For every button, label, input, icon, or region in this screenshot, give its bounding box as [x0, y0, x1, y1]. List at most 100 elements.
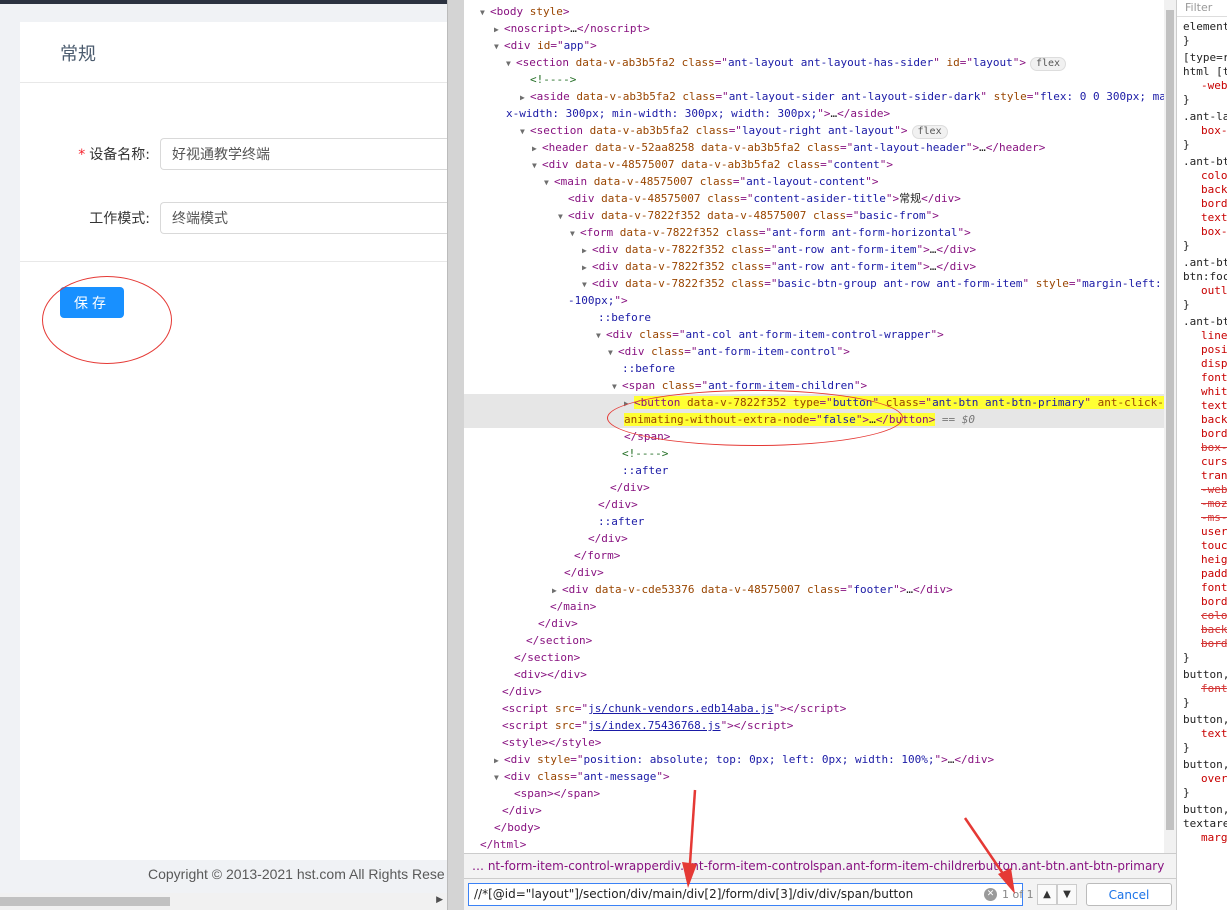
style-rule-line: curs: [1201, 455, 1227, 468]
style-rule-line: heig: [1201, 553, 1227, 566]
copyright-footer: Copyright © 2013-2021 hst.com All Rights…: [148, 866, 445, 882]
settings-card: 常规 * 设备名称: 好视通教学终端 工作模式: 终端模式 保存: [20, 22, 447, 860]
pane-splitter[interactable]: [447, 0, 464, 910]
style-rule-line: button,: [1183, 758, 1227, 771]
dom-node-line[interactable]: ▼ <div id="app">: [464, 37, 1164, 54]
next-match-button[interactable]: ▼: [1057, 884, 1077, 905]
breadcrumb-item[interactable]: … nt-form-item-control-wrapper: [472, 859, 664, 873]
style-rule-line: -ms-: [1201, 511, 1227, 524]
dom-node-line[interactable]: </body>: [464, 819, 1164, 836]
dom-node-line[interactable]: ▶ <div style="position: absolute; top: 0p…: [464, 751, 1164, 768]
app-header-edge: [0, 0, 447, 4]
work-mode-label-text: 工作模式: [89, 211, 146, 227]
style-rule-line: textare: [1183, 817, 1227, 830]
match-count: 1 of 1: [1002, 888, 1034, 901]
dom-node-line[interactable]: ::after: [464, 462, 1164, 479]
dom-node-line[interactable]: </div>: [464, 683, 1164, 700]
dom-node-line[interactable]: <span></span>: [464, 785, 1164, 802]
page-title: 常规: [60, 44, 96, 65]
breadcrumb-item[interactable]: span.ant-form-item-children: [813, 859, 982, 873]
style-rule-line: .ant-la: [1183, 110, 1227, 123]
style-rule-line: touc: [1201, 539, 1227, 552]
dom-node-line[interactable]: </div>: [464, 530, 1164, 547]
dom-node-line[interactable]: </main>: [464, 598, 1164, 615]
dom-node-line[interactable]: ▼ <section data-v-ab3b5fa2 class="layout-…: [464, 122, 1164, 139]
style-rule-line: }: [1183, 298, 1190, 311]
style-rule-line: text: [1201, 399, 1227, 412]
scroll-right-arrow-icon[interactable]: ▶: [436, 895, 443, 905]
style-rule-line: marg: [1201, 831, 1227, 844]
style-rule-line: }: [1183, 93, 1190, 106]
dom-node-line[interactable]: </html>: [464, 836, 1164, 853]
breadcrumb-item-selected[interactable]: button.ant-btn.ant-btn-primary: [978, 859, 1164, 873]
breadcrumb-item[interactable]: div.ant-form-item-control: [663, 859, 813, 873]
xpath-search-input[interactable]: //*[@id="layout"]/section/div/main/div[2…: [468, 883, 1023, 906]
dom-node-line[interactable]: <script src="js/chunk-vendors.edb14aba.j…: [464, 700, 1164, 717]
dom-node-line[interactable]: </div>: [464, 564, 1164, 581]
dom-node-line[interactable]: ▼ <div class="ant-col ant-form-item-contr…: [464, 326, 1164, 343]
styles-filter-input[interactable]: Filter: [1177, 0, 1227, 17]
horizontal-scrollbar[interactable]: ▶: [0, 893, 447, 910]
style-rule-line: }: [1183, 239, 1190, 252]
style-rule-line: .ant-bt: [1183, 256, 1227, 269]
dom-node-line[interactable]: ::before: [464, 360, 1164, 377]
dom-node-line[interactable]: ::after: [464, 513, 1164, 530]
dom-node-line[interactable]: ▶ <div data-v-cde53376 data-v-48575007 cl…: [464, 581, 1164, 598]
style-rule-line: whit: [1201, 385, 1227, 398]
dom-node-line[interactable]: </div>: [464, 802, 1164, 819]
style-rule-line: .ant-bt: [1183, 155, 1227, 168]
style-rule-line: posi: [1201, 343, 1227, 356]
dom-node-line[interactable]: </div>: [464, 479, 1164, 496]
style-rule-line: }: [1183, 696, 1190, 709]
elements-vertical-scrollbar[interactable]: [1164, 0, 1176, 853]
dom-node-line[interactable]: </div>: [464, 496, 1164, 513]
dom-node-line[interactable]: ▼ <div class="ant-message">: [464, 768, 1164, 785]
dom-node-line[interactable]: ▶ <div data-v-7822f352 class="ant-row ant…: [464, 241, 1164, 258]
dom-node-line[interactable]: ▶ <header data-v-52aa8258 data-v-ab3b5fa2…: [464, 139, 1164, 156]
dom-node-line[interactable]: ▼ <form data-v-7822f352 class="ant-form a…: [464, 224, 1164, 241]
style-rule-line: -web: [1201, 483, 1227, 496]
dom-node-line[interactable]: <script src="js/index.75436768.js"></scr…: [464, 717, 1164, 734]
dom-node-line[interactable]: ▼ <div data-v-48575007 data-v-ab3b5fa2 cl…: [464, 156, 1164, 173]
style-rule-line: user: [1201, 525, 1227, 538]
style-rule-line: box-: [1201, 225, 1227, 238]
style-rule-line: -web: [1201, 79, 1227, 92]
dom-node-line[interactable]: </section>: [464, 649, 1164, 666]
dom-node-line[interactable]: -100px;">: [464, 292, 1164, 309]
dom-node-line[interactable]: </section>: [464, 632, 1164, 649]
style-rule-line: btn:foc: [1183, 270, 1227, 283]
dom-node-line[interactable]: </div>: [464, 615, 1164, 632]
dom-node-line[interactable]: ▼ <div data-v-7822f352 data-v-48575007 cl…: [464, 207, 1164, 224]
dom-node-line[interactable]: <!---->: [464, 71, 1164, 88]
dom-node-line[interactable]: <div data-v-48575007 class="content-asid…: [464, 190, 1164, 207]
dom-node-line[interactable]: </form>: [464, 547, 1164, 564]
dom-node-line[interactable]: ▼ <section data-v-ab3b5fa2 class="ant-lay…: [464, 54, 1164, 71]
dom-node-line[interactable]: ▼ <div class="ant-form-item-control">: [464, 343, 1164, 360]
scrollbar-thumb[interactable]: [1166, 10, 1174, 830]
style-rule-line: bord: [1201, 197, 1227, 210]
dom-node-line[interactable]: ::before: [464, 309, 1164, 326]
dom-node-line[interactable]: x-width: 300px; min-width: 300px; width:…: [464, 105, 1164, 122]
dom-node-line[interactable]: <style></style>: [464, 734, 1164, 751]
clear-icon[interactable]: ✕: [984, 888, 997, 901]
dom-node-line[interactable]: ▶ <aside data-v-ab3b5fa2 class="ant-layou…: [464, 88, 1164, 105]
scrollbar-thumb[interactable]: [0, 897, 170, 906]
dom-node-line[interactable]: <!---->: [464, 445, 1164, 462]
dom-node-line[interactable]: ▼ <body style>: [464, 3, 1164, 20]
style-rule-line: over: [1201, 772, 1227, 785]
style-rule-line: box-: [1201, 124, 1227, 137]
dom-node-line[interactable]: <div></div>: [464, 666, 1164, 683]
style-rule-line: element: [1183, 20, 1227, 33]
dom-node-line[interactable]: ▼ <div data-v-7822f352 class="basic-btn-g…: [464, 275, 1164, 292]
cancel-button[interactable]: Cancel: [1086, 883, 1172, 906]
dom-node-line[interactable]: ▼ <main data-v-48575007 class="ant-layout…: [464, 173, 1164, 190]
device-name-input[interactable]: 好视通教学终端: [160, 138, 447, 170]
style-rule-line: }: [1183, 786, 1190, 799]
style-rule-line: bord: [1201, 427, 1227, 440]
previous-match-button[interactable]: ▲: [1037, 884, 1057, 905]
work-mode-select[interactable]: 终端模式: [160, 202, 447, 234]
style-rule-line: outl: [1201, 284, 1227, 297]
dom-node-line[interactable]: ▶ <noscript>…</noscript>: [464, 20, 1164, 37]
dom-node-line[interactable]: ▶ <div data-v-7822f352 class="ant-row ant…: [464, 258, 1164, 275]
style-rule-line: colo: [1201, 609, 1227, 622]
